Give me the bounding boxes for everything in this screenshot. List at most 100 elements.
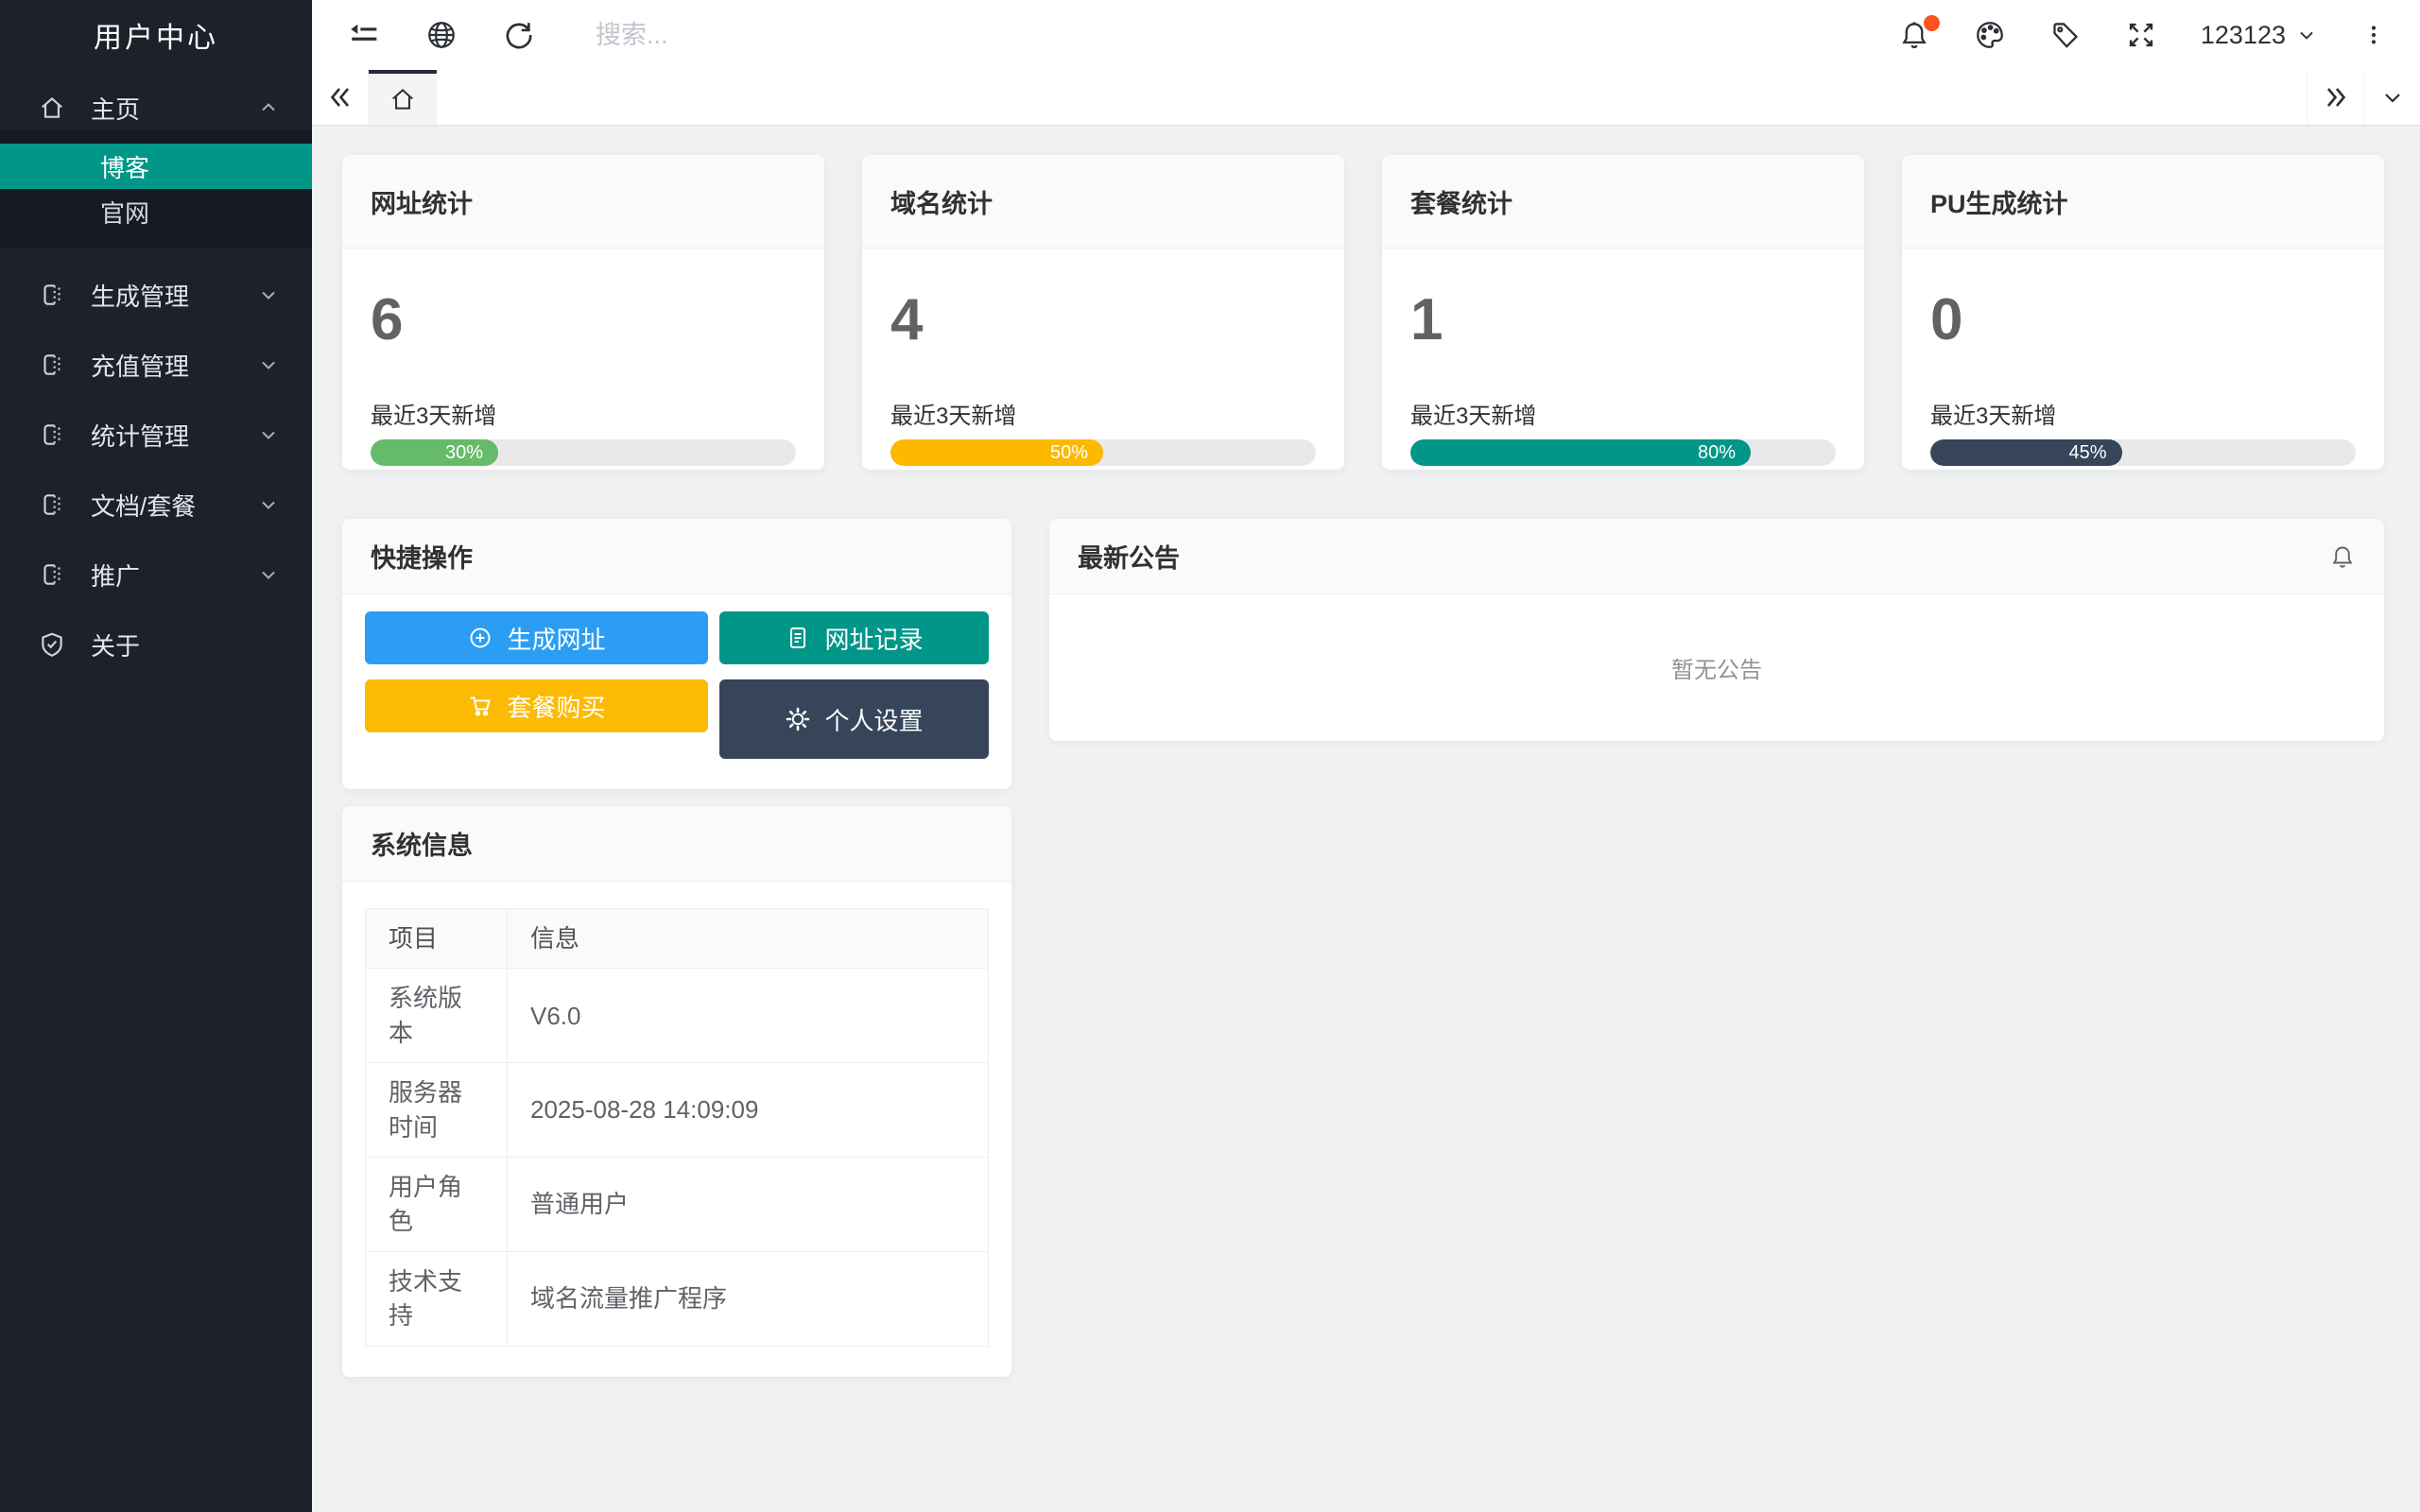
stat-label: 最近3天新增 (1410, 404, 1537, 429)
tabs-scroll-right-icon[interactable] (2307, 70, 2363, 125)
sidebar-item-home[interactable]: 主页 (0, 85, 312, 130)
sidebar-item-label: 生成管理 (91, 282, 190, 311)
stat-card-package: 套餐统计 1 最近3天新增 80% (1382, 155, 1864, 470)
stat-value: 1 (1410, 287, 1443, 352)
sidebar-item-generate-mgmt[interactable]: 生成管理 (0, 272, 312, 318)
topbar: 123123 (312, 0, 2420, 70)
cart-icon (470, 696, 492, 716)
sidebar-submenu-home: 博客 官网 (0, 130, 312, 248)
url-records-button[interactable]: 网址记录 (719, 611, 989, 664)
card-title: 域名统计 (890, 189, 993, 218)
stat-value: 0 (1930, 287, 1963, 352)
chevron-down-icon (257, 353, 280, 376)
tabs-menu-icon[interactable] (2363, 70, 2420, 125)
progress-bar: 30% (371, 439, 796, 466)
user-menu[interactable]: 123123 (2201, 21, 2318, 50)
more-options-kebab-icon[interactable] (2361, 19, 2386, 51)
progress-bar: 45% (1930, 439, 2356, 466)
topbar-actions: 123123 (1898, 15, 2386, 51)
module-icon (38, 560, 66, 589)
card-title: 网址统计 (371, 189, 473, 218)
sidebar-item-label: 文档/套餐 (91, 491, 197, 521)
bell-icon (2329, 543, 2356, 570)
circle-plus-icon (470, 627, 491, 648)
document-icon (790, 627, 806, 648)
chevron-down-icon (257, 563, 280, 586)
row-label: 用户角色 (365, 1156, 508, 1252)
row-label: 系统版本 (365, 968, 508, 1064)
stat-value: 4 (890, 287, 924, 352)
notification-dot (1923, 15, 1940, 31)
sidebar-item-recharge-mgmt[interactable]: 充值管理 (0, 342, 312, 387)
stat-card-url: 网址统计 6 最近3天新增 30% (342, 155, 824, 470)
row-value: 普通用户 (507, 1156, 989, 1252)
sidebar-item-label: 统计管理 (91, 421, 190, 451)
tag-icon[interactable] (2049, 19, 2082, 51)
stat-label: 最近3天新增 (371, 404, 497, 429)
column-header-item: 项目 (365, 907, 508, 970)
sidebar-item-label: 关于 (91, 631, 141, 661)
generate-url-button[interactable]: 生成网址 (365, 611, 708, 664)
row-label: 服务器时间 (365, 1062, 508, 1158)
table-row: 用户角色 普通用户 (365, 1156, 989, 1252)
row-value: 2025-08-28 14:09:09 (507, 1062, 989, 1158)
chevron-down-icon (257, 493, 280, 516)
table-row: 系统版本 V6.0 (365, 968, 989, 1064)
module-icon (38, 490, 66, 519)
card-title: 最新公告 (1078, 544, 1180, 573)
theme-palette-icon[interactable] (1974, 19, 2006, 51)
sidebar-item-label: 充值管理 (91, 352, 190, 381)
chevron-down-icon (257, 284, 280, 306)
stat-card-pu-generate: PU生成统计 0 最近3天新增 45% (1902, 155, 2384, 470)
sidebar-item-about[interactable]: 关于 (0, 622, 312, 667)
buy-package-button[interactable]: 套餐购买 (365, 679, 708, 732)
stat-label: 最近3天新增 (890, 404, 1017, 429)
table-row: 服务器时间 2025-08-28 14:09:09 (365, 1062, 989, 1158)
quick-actions-card: 快捷操作 生成网址 网址记录 套餐购买 个人设置 (342, 519, 1011, 789)
fullscreen-icon[interactable] (2125, 19, 2157, 51)
tab-home[interactable] (369, 70, 437, 125)
progress-bar: 50% (890, 439, 1316, 466)
app-title: 用户中心 (94, 23, 218, 54)
announcements-empty-state: 暂无公告 (1671, 658, 1762, 683)
language-globe-icon[interactable] (425, 19, 458, 51)
module-icon (38, 421, 66, 449)
sidebar-item-label: 主页 (91, 94, 141, 124)
chevron-up-icon (257, 96, 280, 119)
search-input[interactable] (596, 20, 1876, 50)
sidebar-item-label: 博客 (100, 153, 150, 182)
announcements-card: 最新公告 暂无公告 (1049, 519, 2384, 741)
notifications-bell-icon[interactable] (1898, 15, 1940, 51)
progress-percent: 80% (1697, 441, 1736, 463)
module-icon (38, 281, 66, 309)
sidebar-item-docs-packages[interactable]: 文档/套餐 (0, 482, 312, 527)
username: 123123 (2200, 20, 2286, 49)
chevron-down-icon (2295, 24, 2318, 46)
card-title: 系统信息 (371, 832, 473, 860)
refresh-icon[interactable] (503, 19, 535, 51)
sidebar-item-stats-mgmt[interactable]: 统计管理 (0, 412, 312, 457)
tabs-scroll-left-icon[interactable] (312, 70, 369, 125)
personal-settings-button[interactable]: 个人设置 (719, 679, 989, 759)
progress-bar: 80% (1410, 439, 1836, 466)
collapse-sidebar-icon[interactable] (348, 19, 380, 51)
dashboard-content: 网址统计 6 最近3天新增 30% 域名统计 4 最近3天新增 50% 套餐统计… (312, 127, 2420, 1512)
progress-percent: 30% (444, 441, 483, 463)
sidebar-item-label: 官网 (100, 198, 150, 228)
column-header-info: 信息 (507, 907, 989, 970)
sidebar-item-blog[interactable]: 博客 (0, 144, 312, 189)
stat-label: 最近3天新增 (1930, 404, 2057, 429)
card-title: 快捷操作 (371, 544, 473, 573)
system-info-table: 项目 信息 系统版本 V6.0 服务器时间 2025-08-28 14:09:0… (365, 907, 989, 1347)
home-icon (392, 88, 413, 110)
system-info-card: 系统信息 项目 信息 系统版本 V6.0 服务器时间 2025-08-28 14… (342, 806, 1011, 1377)
stats-row: 网址统计 6 最近3天新增 30% 域名统计 4 最近3天新增 50% 套餐统计… (342, 155, 2384, 470)
row-value: V6.0 (507, 968, 989, 1064)
card-title: PU生成统计 (1930, 189, 2068, 218)
sidebar-item-official-site[interactable]: 官网 (0, 189, 312, 234)
progress-percent: 45% (2068, 441, 2107, 463)
tabbar (312, 70, 2420, 127)
chevron-down-icon (257, 423, 280, 446)
sidebar-item-promotion[interactable]: 推广 (0, 552, 312, 597)
main-column: 123123 网址统计 (312, 0, 2420, 1512)
